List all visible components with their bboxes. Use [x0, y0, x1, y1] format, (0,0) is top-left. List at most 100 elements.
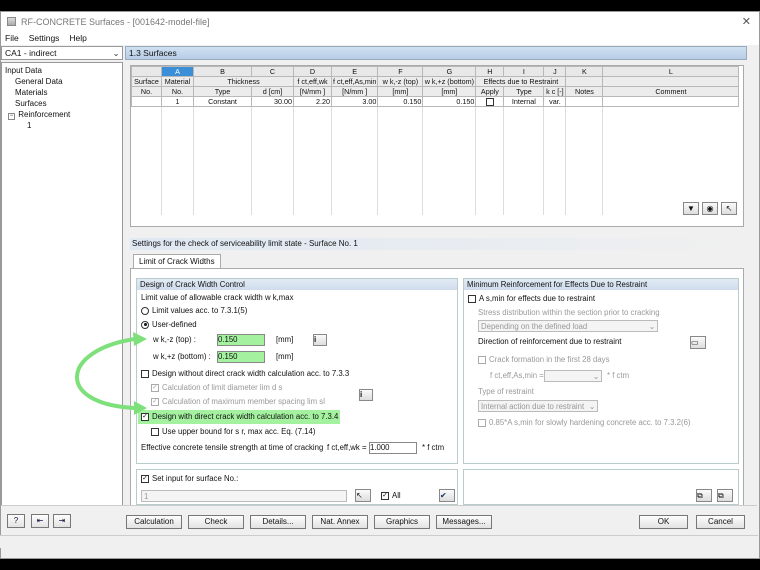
- header-l: [602, 76, 740, 87]
- apply-checkbox[interactable]: [485, 98, 494, 106]
- upper-bound-option[interactable]: Use upper bound for s r, max acc. Eq. (7…: [151, 427, 315, 436]
- tree-item-reinforcement-1[interactable]: 1: [5, 120, 119, 131]
- cell-fct-wk[interactable]: 2.20: [293, 95, 332, 108]
- as-min-checkbox[interactable]: [468, 294, 476, 303]
- cell-type[interactable]: Constant: [193, 95, 252, 108]
- cell-type2[interactable]: Internal: [503, 95, 545, 108]
- menu-help[interactable]: Help: [69, 33, 86, 43]
- design-without-option[interactable]: Design without direct crack width calcul…: [141, 369, 349, 378]
- details-button[interactable]: Details...: [250, 515, 306, 529]
- all-option[interactable]: ✓ All: [381, 491, 401, 500]
- set-input-checkbox[interactable]: ✓: [141, 474, 149, 483]
- close-icon[interactable]: ✕: [742, 15, 751, 28]
- header-k: [565, 76, 604, 87]
- cell-kc[interactable]: var.: [543, 95, 567, 108]
- select-surface-icon[interactable]: ↖: [355, 489, 371, 502]
- calc-diameter-option: ✓ Calculation of limit diameter lim d s: [151, 383, 282, 392]
- column-letter-b[interactable]: B: [193, 66, 252, 77]
- view-icon[interactable]: ◉: [702, 202, 718, 215]
- header-kc: k c [-]: [543, 86, 567, 97]
- tree-item-materials[interactable]: Materials: [5, 87, 119, 98]
- wk-top-input[interactable]: 0.150: [217, 334, 265, 346]
- cell-notes[interactable]: [565, 95, 604, 108]
- load-case-select[interactable]: CA1 - indirect ⌄: [1, 46, 123, 60]
- table-row[interactable]: 1 1 Constant 30.00 2.20 3.00 0.150 0.150…: [131, 95, 740, 108]
- tree-item-reinforcement[interactable]: − Reinforcement: [5, 109, 119, 120]
- min-reinforcement-group-title: Minimum Reinforcement for Effects Due to…: [464, 279, 738, 290]
- set-input-option[interactable]: ✓ Set input for surface No.:: [141, 474, 238, 483]
- column-letter-j[interactable]: J: [543, 66, 567, 77]
- check-button[interactable]: Check: [188, 515, 244, 529]
- upper-bound-checkbox[interactable]: [151, 427, 159, 436]
- import-data-icon[interactable]: ⇤: [31, 514, 49, 528]
- cell-wk-bottom[interactable]: 0.150: [422, 95, 477, 108]
- corner-cell: [131, 66, 162, 77]
- right-bottom-group: ⧉ ⧉: [463, 469, 739, 505]
- cell-comment[interactable]: [602, 95, 740, 108]
- header-comment: Comment: [602, 86, 740, 97]
- calc-spacing-option: ✓ Calculation of maximum member spacing l…: [151, 397, 325, 406]
- export-data-icon[interactable]: ⇥: [53, 514, 71, 528]
- fct-unit: * f ctm: [422, 443, 445, 452]
- design-without-checkbox[interactable]: [141, 369, 149, 378]
- cell-d[interactable]: 30.00: [251, 95, 294, 108]
- surface-no-input[interactable]: 1: [141, 490, 347, 502]
- column-letter-h[interactable]: H: [475, 66, 505, 77]
- column-letter-k[interactable]: K: [565, 66, 604, 77]
- column-letter-a[interactable]: A: [161, 66, 194, 77]
- type-restraint-dropdown: Internal action due to restraint ⌄: [478, 400, 598, 412]
- cancel-button[interactable]: Cancel: [696, 515, 745, 529]
- ok-button[interactable]: OK: [639, 515, 688, 529]
- calculation-button[interactable]: Calculation: [126, 515, 182, 529]
- wk-bottom-input[interactable]: 0.150: [217, 351, 265, 363]
- apply-check-icon[interactable]: ✔: [439, 489, 455, 502]
- limit-values-option[interactable]: Limit values acc. to 7.3.1(5): [141, 306, 247, 315]
- type-restraint-value: Internal action due to restraint: [481, 401, 585, 411]
- graphics-button[interactable]: Graphics: [374, 515, 430, 529]
- all-checkbox[interactable]: ✓: [381, 491, 389, 500]
- title-bar: RF-CONCRETE Surfaces - [001642-model-fil…: [1, 12, 759, 31]
- column-letter-f[interactable]: F: [377, 66, 424, 77]
- design-with-checkbox[interactable]: ✓: [141, 412, 149, 421]
- user-defined-radio[interactable]: [141, 320, 149, 329]
- import-icon[interactable]: ⧉: [696, 489, 712, 502]
- messages-button[interactable]: Messages...: [436, 515, 492, 529]
- export-icon[interactable]: ⧉: [717, 489, 733, 502]
- stress-dist-label: Stress distribution within the section p…: [478, 308, 660, 317]
- tree-root[interactable]: Input Data: [5, 65, 119, 76]
- chevron-down-icon[interactable]: ⌄: [110, 48, 122, 59]
- menu-settings[interactable]: Settings: [29, 33, 60, 43]
- nat-annex-button[interactable]: Nat. Annex: [312, 515, 368, 529]
- tab-limit-of-crack-widths[interactable]: Limit of Crack Widths: [133, 254, 221, 269]
- tree-item-general-data[interactable]: General Data: [5, 76, 119, 87]
- user-defined-option[interactable]: User-defined: [141, 320, 197, 329]
- cell-surface-no[interactable]: 1: [131, 95, 162, 108]
- column-letter-i[interactable]: I: [503, 66, 545, 77]
- info-icon-2[interactable]: i: [359, 389, 373, 401]
- help-icon[interactable]: ?: [7, 514, 25, 528]
- cell-apply[interactable]: [475, 95, 505, 108]
- pick-icon[interactable]: ↖: [721, 202, 737, 215]
- column-letter-l[interactable]: L: [602, 66, 740, 77]
- design-with-option[interactable]: ✓ Design with direct crack width calculat…: [141, 412, 338, 421]
- info-icon[interactable]: i: [313, 334, 327, 346]
- calc-spacing-checkbox: ✓: [151, 397, 159, 406]
- header-effects: Effects due to Restraint: [475, 76, 567, 87]
- column-letter-d[interactable]: D: [293, 66, 332, 77]
- slow-hardening-option: 0.85*A s,min for slowly hardening concre…: [478, 418, 691, 427]
- column-letter-e[interactable]: E: [330, 66, 379, 77]
- cell-wk-top[interactable]: 0.150: [377, 95, 424, 108]
- direction-icon: ▭: [690, 336, 706, 349]
- tab-panel: Design of Crack Width Control Limit valu…: [130, 268, 744, 508]
- limit-values-radio[interactable]: [141, 306, 149, 315]
- collapse-icon[interactable]: −: [8, 113, 15, 120]
- filter-icon[interactable]: ▼: [683, 202, 699, 215]
- column-letter-g[interactable]: G: [422, 66, 477, 77]
- fct-input[interactable]: 1.000: [369, 442, 417, 454]
- cell-material[interactable]: 1: [161, 95, 194, 108]
- cell-fct-as[interactable]: 3.00: [330, 95, 379, 108]
- tree-item-surfaces[interactable]: Surfaces: [5, 98, 119, 109]
- menu-file[interactable]: File: [5, 33, 19, 43]
- column-letter-c[interactable]: C: [251, 66, 294, 77]
- as-min-option[interactable]: A s,min for effects due to restraint: [468, 294, 595, 303]
